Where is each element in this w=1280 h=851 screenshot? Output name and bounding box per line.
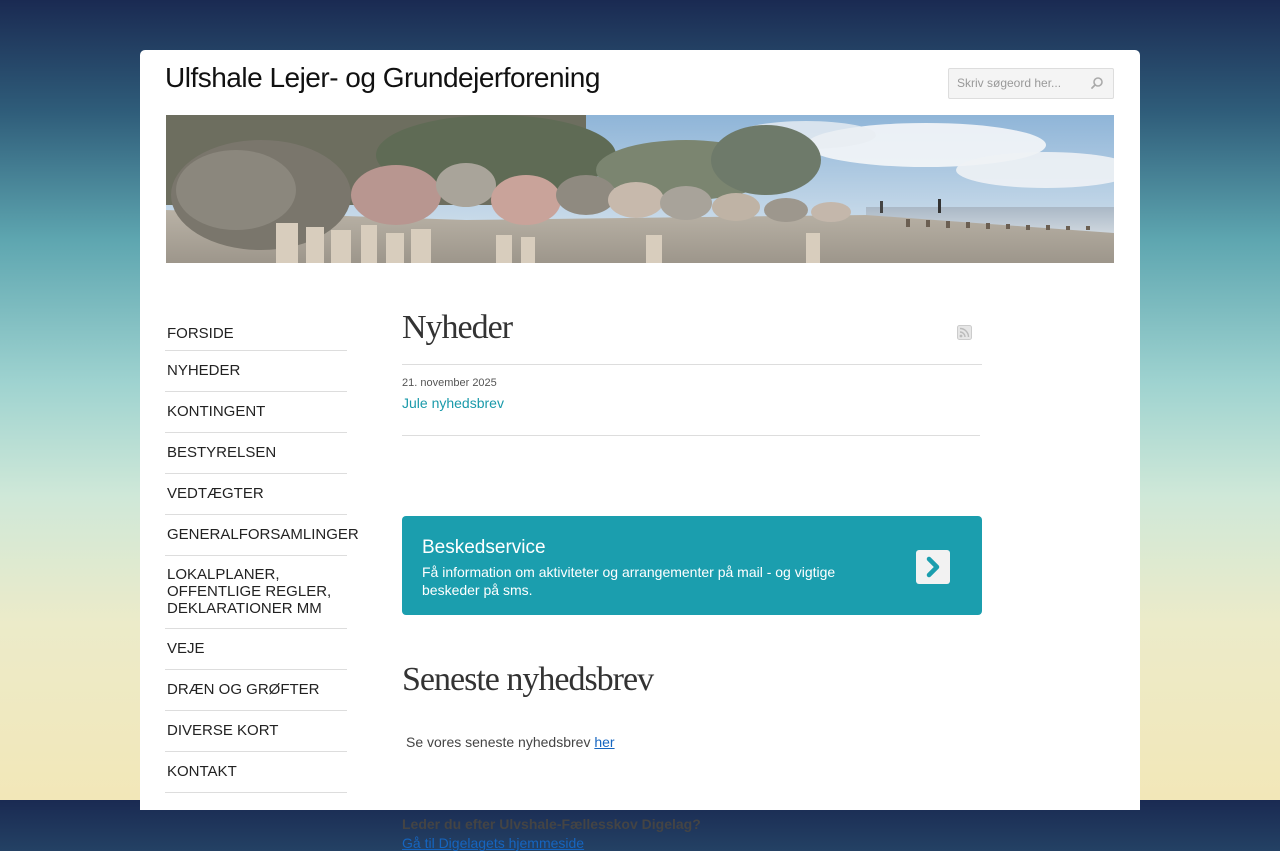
rss-icon[interactable] <box>957 325 972 340</box>
message-service-text: Få information om aktiviteter og arrange… <box>422 564 836 598</box>
nav-item-kontingent[interactable]: KONTINGENT <box>165 392 347 433</box>
nav-item-forside[interactable]: FORSIDE <box>165 315 347 351</box>
divider <box>402 364 982 365</box>
nav-item-kontakt[interactable]: KONTAKT <box>165 752 347 793</box>
nav-item-veje[interactable]: VEJE <box>165 629 347 670</box>
news-item: 21. november 2025 Jule nyhedsbrev <box>402 377 982 435</box>
main-content: Nyheder 21. november 2025 Jule nyhedsbre… <box>402 308 982 851</box>
nav-item-generalforsamlinger[interactable]: GENERALFORSAMLINGER <box>165 515 359 556</box>
message-service-button[interactable] <box>916 550 950 584</box>
chevron-right-icon <box>926 556 940 578</box>
nav-item-vedtaegter[interactable]: VEDTÆGTER <box>165 474 347 515</box>
search-icon[interactable] <box>1089 75 1105 91</box>
news-heading: Nyheder <box>402 309 513 346</box>
message-service-title: Beskedservice <box>422 537 546 558</box>
news-item-link[interactable]: Jule nyhedsbrev <box>402 395 504 411</box>
nav-item-draen-og-groefter[interactable]: DRÆN OG GRØFTER <box>165 670 347 711</box>
nav-item-lokalplaner[interactable]: LOKALPLANER, OFFENTLIGE REGLER, DEKLARAT… <box>165 556 347 629</box>
divider <box>402 435 980 436</box>
dike-homepage-link[interactable]: Gå til Digelagets hjemmeside <box>402 835 584 851</box>
dike-question: Leder du efter Ulvshale-Fællesskov Digel… <box>402 816 701 832</box>
site-title[interactable]: Ulfshale Lejer- og Grundejerforening <box>165 62 600 94</box>
message-service-card[interactable]: Beskedservice Få information om aktivite… <box>402 516 982 615</box>
search-box <box>948 68 1114 99</box>
nav-item-nyheder[interactable]: NYHEDER <box>165 351 347 392</box>
beach-photo <box>166 115 1114 263</box>
news-header: Nyheder <box>402 308 982 364</box>
nav-item-diverse-kort[interactable]: DIVERSE KORT <box>165 711 347 752</box>
latest-newsletter-link[interactable]: her <box>594 734 614 750</box>
news-item-date: 21. november 2025 <box>402 377 497 389</box>
latest-newsletter-heading: Seneste nyhedsbrev <box>402 661 654 698</box>
search-input[interactable] <box>957 75 1082 91</box>
main-navigation: FORSIDE NYHEDER KONTINGENT BESTYRELSEN V… <box>165 315 359 793</box>
nav-item-bestyrelsen[interactable]: BESTYRELSEN <box>165 433 347 474</box>
page-container: Ulfshale Lejer- og Grundejerforening Skr… <box>140 50 1140 851</box>
latest-newsletter-text: Se vores seneste nyhedsbrev her <box>406 734 615 750</box>
header-banner-image <box>166 115 1114 263</box>
